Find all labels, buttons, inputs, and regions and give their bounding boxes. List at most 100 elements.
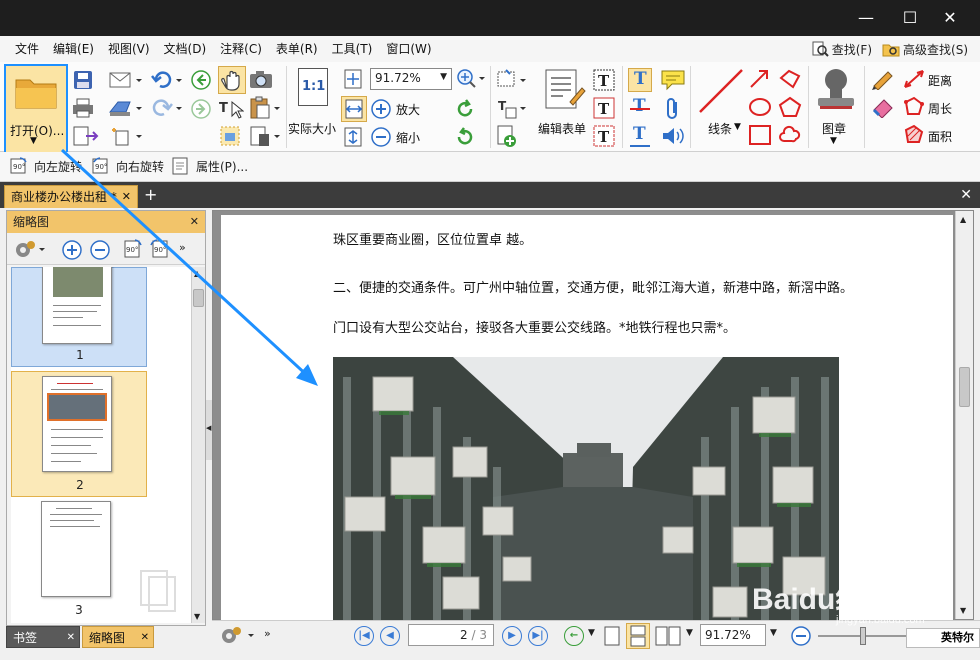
fit-page-icon[interactable] — [342, 68, 364, 90]
note-icon[interactable] — [660, 68, 686, 92]
add-field-icon[interactable] — [496, 124, 528, 148]
thumbnail-item[interactable]: 2 — [11, 371, 147, 497]
document-scroll-up-icon[interactable]: ▲ — [960, 215, 966, 224]
document-scrollbar[interactable]: ▲ ▼ — [955, 211, 973, 619]
snapshot-select-icon[interactable] — [218, 124, 244, 148]
bookmarks-tab-close-icon[interactable]: ✕ — [67, 627, 75, 649]
page-number-input[interactable]: 2 / 3 — [408, 624, 494, 646]
menu-file[interactable]: 文件 — [8, 36, 46, 62]
document-tab-close-icon[interactable]: ✕ — [122, 186, 131, 208]
add-tab-icon[interactable]: + — [144, 185, 157, 205]
thumbnail-scroll-up-icon[interactable]: ▲ — [194, 269, 200, 278]
fit-width-button[interactable] — [341, 96, 367, 122]
ime-indicator[interactable]: 英特尔 — [906, 628, 980, 648]
menu-comment[interactable]: 注释(C) — [213, 36, 269, 62]
open-button[interactable]: 打开(O)... ▼ — [4, 64, 68, 154]
next-view-icon[interactable] — [190, 98, 212, 120]
textbox-annotation-icon[interactable]: T — [592, 96, 616, 120]
zoom-in-magnifier-icon[interactable] — [456, 68, 486, 90]
find-button[interactable]: 查找(F) — [811, 41, 872, 58]
save-icon[interactable] — [72, 70, 94, 90]
thumbnail-scroll-thumb[interactable] — [193, 289, 204, 307]
rotate-left-button[interactable]: 90° 向左旋转 — [8, 156, 82, 176]
minimize-button[interactable]: — — [856, 8, 876, 28]
menu-edit[interactable]: 编辑(E) — [46, 36, 101, 62]
status-zoom-out-icon[interactable] — [790, 625, 812, 647]
callout-icon[interactable]: T — [592, 124, 616, 148]
actual-size-button[interactable]: 1:1 实际大小 — [288, 68, 338, 148]
menu-tools[interactable]: 工具(T) — [325, 36, 380, 62]
thumbnail-item[interactable]: 3 — [11, 501, 147, 623]
document-scroll-down-icon[interactable]: ▼ — [960, 606, 966, 615]
zoom-in-button[interactable]: 放大 — [370, 98, 430, 122]
underline-button[interactable]: T — [628, 124, 652, 148]
arrow-icon[interactable] — [748, 68, 772, 90]
close-window-button[interactable]: ✕ — [940, 8, 960, 28]
advanced-find-button[interactable]: 高级查找(S) — [882, 41, 968, 58]
text-box-icon[interactable]: T — [496, 96, 528, 120]
scan-icon[interactable] — [108, 98, 144, 118]
thumbnail-scroll-down-icon[interactable]: ▼ — [194, 612, 200, 621]
strikeout-button[interactable]: T — [628, 96, 652, 120]
new-document-icon[interactable] — [108, 126, 144, 146]
thumbnail-viewport-box[interactable] — [47, 393, 107, 421]
zoom-out-button[interactable]: 缩小 — [370, 126, 430, 150]
thumbnail-item[interactable]: 1 — [11, 267, 147, 367]
next-page-button[interactable]: ▶ — [502, 626, 522, 646]
single-page-icon[interactable] — [602, 625, 622, 647]
enlarge-thumbnail-icon[interactable] — [61, 239, 83, 261]
export-icon[interactable] — [72, 126, 102, 146]
previous-page-button[interactable]: ◀ — [380, 626, 400, 646]
email-icon[interactable] — [108, 70, 144, 90]
rotate-thumbnail-right-icon[interactable]: 90° — [149, 237, 173, 261]
zoom-slider-handle[interactable] — [860, 627, 866, 645]
redo-icon[interactable] — [150, 98, 186, 118]
facing-pages-icon[interactable] — [654, 625, 682, 647]
rotate-page-left-icon[interactable] — [454, 98, 476, 120]
maximize-button[interactable]: ☐ — [900, 8, 920, 28]
menu-view[interactable]: 视图(V) — [101, 36, 157, 62]
print-icon[interactable] — [72, 98, 94, 118]
cloud-icon[interactable] — [778, 124, 802, 146]
camera-icon[interactable] — [248, 68, 274, 90]
previous-view-button[interactable]: ← — [564, 626, 584, 646]
attachment-icon[interactable] — [662, 96, 684, 122]
settings-gear-icon[interactable] — [218, 625, 258, 647]
close-document-icon[interactable]: ✕ — [960, 185, 972, 205]
eraser-icon[interactable] — [870, 96, 896, 118]
distance-button[interactable]: 距离 — [902, 68, 978, 92]
rotate-right-button[interactable]: 90° 向右旋转 — [90, 156, 164, 176]
rotate-page-right-icon[interactable] — [454, 126, 476, 148]
text-field-icon[interactable] — [496, 68, 528, 92]
bookmarks-tab[interactable]: 书签 ✕ — [6, 626, 80, 648]
typewriter-icon[interactable]: T — [592, 68, 616, 92]
status-zoom-dropdown-icon[interactable]: ▼ — [770, 628, 777, 638]
pencil-icon[interactable] — [870, 68, 896, 90]
fit-visible-icon[interactable] — [342, 126, 364, 148]
select-text-icon[interactable]: T — [218, 98, 244, 120]
rectangle-icon[interactable] — [748, 124, 772, 146]
perimeter-button[interactable]: 周长 — [902, 96, 978, 120]
clipboard-icon[interactable] — [248, 96, 282, 120]
document-scroll-thumb[interactable] — [959, 367, 970, 407]
previous-view-icon[interactable] — [190, 69, 212, 91]
reduce-thumbnail-icon[interactable] — [89, 239, 111, 261]
stamp-button[interactable]: 图章 ▼ — [812, 66, 860, 148]
status-zoom-select[interactable]: 91.72% — [700, 624, 766, 646]
area-button[interactable]: 面积 — [902, 124, 978, 148]
highlight-text-button[interactable]: T — [628, 68, 652, 92]
pdf-tools-icon[interactable] — [248, 124, 282, 148]
hand-tool-button[interactable] — [218, 66, 246, 94]
statusbar-more-icon[interactable]: » — [264, 627, 271, 640]
polygon-icon[interactable] — [778, 96, 802, 118]
menu-form[interactable]: 表单(R) — [269, 36, 325, 62]
menu-document[interactable]: 文档(D) — [157, 36, 214, 62]
collapse-panel-icon[interactable]: ◀ — [206, 424, 211, 432]
thumbnail-options-icon[interactable] — [13, 239, 47, 261]
ellipse-icon[interactable] — [748, 96, 772, 118]
thumbnails-tab[interactable]: 缩略图 ✕ — [82, 626, 154, 648]
properties-button[interactable]: 属性(P)... — [170, 156, 248, 176]
thumbnail-panel-close-icon[interactable]: ✕ — [190, 211, 199, 233]
menu-window[interactable]: 窗口(W) — [379, 36, 438, 62]
thumbnail-toolbar-more-icon[interactable]: » — [179, 241, 186, 254]
